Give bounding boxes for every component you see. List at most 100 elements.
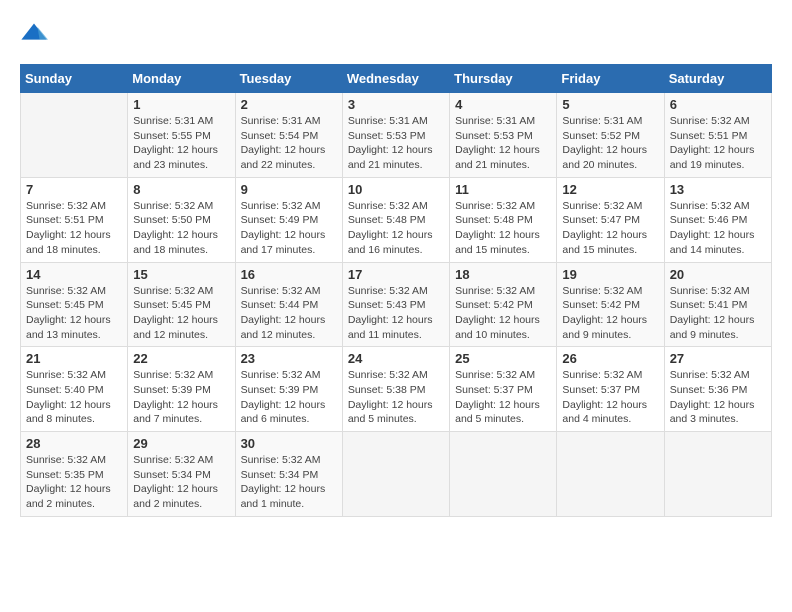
- day-info: Sunrise: 5:32 AM Sunset: 5:44 PM Dayligh…: [241, 284, 337, 343]
- day-info: Sunrise: 5:32 AM Sunset: 5:42 PM Dayligh…: [455, 284, 551, 343]
- week-row-1: 7 Sunrise: 5:32 AM Sunset: 5:51 PM Daylig…: [21, 177, 772, 262]
- day-info: Sunrise: 5:32 AM Sunset: 5:45 PM Dayligh…: [26, 284, 122, 343]
- page-header: [20, 20, 772, 48]
- day-info: Sunrise: 5:32 AM Sunset: 5:37 PM Dayligh…: [455, 368, 551, 427]
- calendar-cell: 6 Sunrise: 5:32 AM Sunset: 5:51 PM Daylig…: [664, 93, 771, 178]
- calendar-cell: [557, 432, 664, 517]
- calendar-cell: 25 Sunrise: 5:32 AM Sunset: 5:37 PM Dayli…: [450, 347, 557, 432]
- calendar-cell: 23 Sunrise: 5:32 AM Sunset: 5:39 PM Dayli…: [235, 347, 342, 432]
- day-number: 15: [133, 267, 229, 282]
- day-number: 4: [455, 97, 551, 112]
- calendar-cell: 20 Sunrise: 5:32 AM Sunset: 5:41 PM Dayli…: [664, 262, 771, 347]
- day-info: Sunrise: 5:32 AM Sunset: 5:35 PM Dayligh…: [26, 453, 122, 512]
- day-number: 16: [241, 267, 337, 282]
- calendar-cell: 9 Sunrise: 5:32 AM Sunset: 5:49 PM Daylig…: [235, 177, 342, 262]
- day-number: 17: [348, 267, 444, 282]
- calendar-cell: 21 Sunrise: 5:32 AM Sunset: 5:40 PM Dayli…: [21, 347, 128, 432]
- calendar-cell: 18 Sunrise: 5:32 AM Sunset: 5:42 PM Dayli…: [450, 262, 557, 347]
- day-number: 18: [455, 267, 551, 282]
- day-number: 6: [670, 97, 766, 112]
- day-number: 2: [241, 97, 337, 112]
- calendar-cell: 1 Sunrise: 5:31 AM Sunset: 5:55 PM Daylig…: [128, 93, 235, 178]
- calendar-cell: 7 Sunrise: 5:32 AM Sunset: 5:51 PM Daylig…: [21, 177, 128, 262]
- day-number: 9: [241, 182, 337, 197]
- day-info: Sunrise: 5:32 AM Sunset: 5:40 PM Dayligh…: [26, 368, 122, 427]
- calendar-cell: 17 Sunrise: 5:32 AM Sunset: 5:43 PM Dayli…: [342, 262, 449, 347]
- day-info: Sunrise: 5:32 AM Sunset: 5:50 PM Dayligh…: [133, 199, 229, 258]
- day-info: Sunrise: 5:32 AM Sunset: 5:36 PM Dayligh…: [670, 368, 766, 427]
- calendar-cell: 27 Sunrise: 5:32 AM Sunset: 5:36 PM Dayli…: [664, 347, 771, 432]
- day-info: Sunrise: 5:32 AM Sunset: 5:46 PM Dayligh…: [670, 199, 766, 258]
- day-number: 26: [562, 351, 658, 366]
- day-info: Sunrise: 5:32 AM Sunset: 5:45 PM Dayligh…: [133, 284, 229, 343]
- day-info: Sunrise: 5:32 AM Sunset: 5:41 PM Dayligh…: [670, 284, 766, 343]
- day-number: 8: [133, 182, 229, 197]
- day-number: 13: [670, 182, 766, 197]
- day-info: Sunrise: 5:32 AM Sunset: 5:47 PM Dayligh…: [562, 199, 658, 258]
- day-info: Sunrise: 5:32 AM Sunset: 5:51 PM Dayligh…: [670, 114, 766, 173]
- calendar-cell: 5Sunrise: 5:31 AM Sunset: 5:52 PM Daylig…: [557, 93, 664, 178]
- day-number: 28: [26, 436, 122, 451]
- calendar-cell: 16 Sunrise: 5:32 AM Sunset: 5:44 PM Dayli…: [235, 262, 342, 347]
- calendar-cell: 14 Sunrise: 5:32 AM Sunset: 5:45 PM Dayli…: [21, 262, 128, 347]
- day-info: Sunrise: 5:32 AM Sunset: 5:34 PM Dayligh…: [241, 453, 337, 512]
- header-saturday: Saturday: [664, 65, 771, 93]
- day-number: 11: [455, 182, 551, 197]
- calendar-cell: 8 Sunrise: 5:32 AM Sunset: 5:50 PM Daylig…: [128, 177, 235, 262]
- header-thursday: Thursday: [450, 65, 557, 93]
- header-sunday: Sunday: [21, 65, 128, 93]
- calendar-cell: 12 Sunrise: 5:32 AM Sunset: 5:47 PM Dayli…: [557, 177, 664, 262]
- day-number: 14: [26, 267, 122, 282]
- day-number: 22: [133, 351, 229, 366]
- calendar-cell: 4 Sunrise: 5:31 AM Sunset: 5:53 PM Daylig…: [450, 93, 557, 178]
- day-number: 7: [26, 182, 122, 197]
- day-number: 3: [348, 97, 444, 112]
- day-info: Sunrise: 5:32 AM Sunset: 5:42 PM Dayligh…: [562, 284, 658, 343]
- header-wednesday: Wednesday: [342, 65, 449, 93]
- day-number: 21: [26, 351, 122, 366]
- calendar-cell: 2 Sunrise: 5:31 AM Sunset: 5:54 PM Daylig…: [235, 93, 342, 178]
- week-row-4: 28 Sunrise: 5:32 AM Sunset: 5:35 PM Dayli…: [21, 432, 772, 517]
- week-row-3: 21 Sunrise: 5:32 AM Sunset: 5:40 PM Dayli…: [21, 347, 772, 432]
- day-number: 29: [133, 436, 229, 451]
- header-monday: Monday: [128, 65, 235, 93]
- day-info: Sunrise: 5:32 AM Sunset: 5:48 PM Dayligh…: [348, 199, 444, 258]
- day-info: Sunrise: 5:32 AM Sunset: 5:34 PM Dayligh…: [133, 453, 229, 512]
- day-number: 12: [562, 182, 658, 197]
- calendar-cell: 28 Sunrise: 5:32 AM Sunset: 5:35 PM Dayli…: [21, 432, 128, 517]
- header-tuesday: Tuesday: [235, 65, 342, 93]
- day-number: 30: [241, 436, 337, 451]
- day-number: 25: [455, 351, 551, 366]
- week-row-0: 1 Sunrise: 5:31 AM Sunset: 5:55 PM Daylig…: [21, 93, 772, 178]
- day-info: Sunrise: 5:31 AM Sunset: 5:52 PM Dayligh…: [562, 114, 658, 173]
- calendar-cell: 11 Sunrise: 5:32 AM Sunset: 5:48 PM Dayli…: [450, 177, 557, 262]
- calendar-cell: 19 Sunrise: 5:32 AM Sunset: 5:42 PM Dayli…: [557, 262, 664, 347]
- calendar-cell: 29 Sunrise: 5:32 AM Sunset: 5:34 PM Dayli…: [128, 432, 235, 517]
- day-info: Sunrise: 5:32 AM Sunset: 5:48 PM Dayligh…: [455, 199, 551, 258]
- day-info: Sunrise: 5:32 AM Sunset: 5:38 PM Dayligh…: [348, 368, 444, 427]
- day-info: Sunrise: 5:32 AM Sunset: 5:49 PM Dayligh…: [241, 199, 337, 258]
- day-number: 1: [133, 97, 229, 112]
- day-number: 23: [241, 351, 337, 366]
- day-info: Sunrise: 5:31 AM Sunset: 5:55 PM Dayligh…: [133, 114, 229, 173]
- day-info: Sunrise: 5:31 AM Sunset: 5:54 PM Dayligh…: [241, 114, 337, 173]
- day-info: Sunrise: 5:31 AM Sunset: 5:53 PM Dayligh…: [455, 114, 551, 173]
- day-info: Sunrise: 5:32 AM Sunset: 5:39 PM Dayligh…: [133, 368, 229, 427]
- calendar-table: SundayMondayTuesdayWednesdayThursdayFrid…: [20, 64, 772, 517]
- calendar-cell: 13 Sunrise: 5:32 AM Sunset: 5:46 PM Dayli…: [664, 177, 771, 262]
- calendar-cell: [21, 93, 128, 178]
- header-friday: Friday: [557, 65, 664, 93]
- logo-icon: [20, 20, 48, 48]
- calendar-cell: 24Sunrise: 5:32 AM Sunset: 5:38 PM Dayli…: [342, 347, 449, 432]
- day-number: 19: [562, 267, 658, 282]
- day-info: Sunrise: 5:32 AM Sunset: 5:43 PM Dayligh…: [348, 284, 444, 343]
- calendar-cell: 22 Sunrise: 5:32 AM Sunset: 5:39 PM Dayli…: [128, 347, 235, 432]
- day-number: 27: [670, 351, 766, 366]
- day-info: Sunrise: 5:32 AM Sunset: 5:51 PM Dayligh…: [26, 199, 122, 258]
- day-number: 10: [348, 182, 444, 197]
- calendar-cell: [664, 432, 771, 517]
- day-info: Sunrise: 5:32 AM Sunset: 5:39 PM Dayligh…: [241, 368, 337, 427]
- day-number: 20: [670, 267, 766, 282]
- calendar-cell: 10 Sunrise: 5:32 AM Sunset: 5:48 PM Dayli…: [342, 177, 449, 262]
- calendar-cell: [342, 432, 449, 517]
